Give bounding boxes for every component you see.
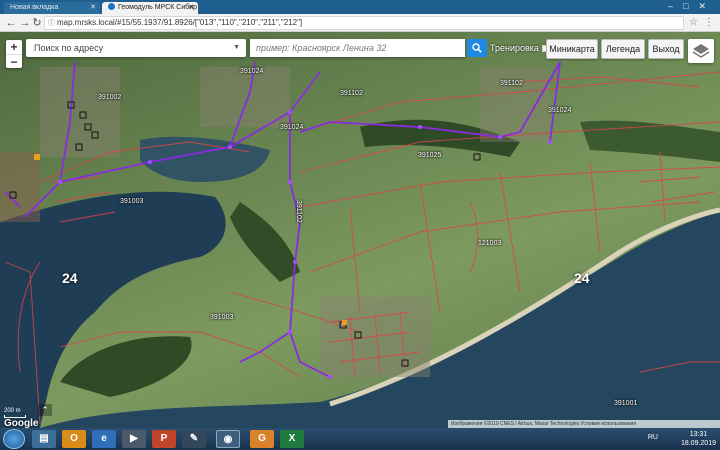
scale-bar: 200 m	[4, 408, 26, 418]
search-button[interactable]	[467, 39, 487, 57]
zoom-in-button[interactable]: +	[6, 40, 22, 54]
map-attribution[interactable]: Изображения ©2019 CNES / Airbus, Maxar T…	[448, 420, 720, 428]
parcel-label: 391102	[500, 80, 523, 87]
globe-icon	[108, 3, 115, 10]
tab-geomodul-label: Геомодуль МРСК Сибир	[118, 4, 198, 11]
sector-label: 24	[574, 270, 590, 286]
taskbar: ▤ O e ▶ P ✎ ◉ G X RU 13:31 18.09.2019	[0, 428, 720, 450]
search-icon	[472, 43, 482, 53]
parcel-label: 391001	[614, 400, 638, 407]
zoom-out-button[interactable]: −	[6, 54, 22, 69]
powerpoint-icon[interactable]: P	[152, 430, 176, 448]
window-controls[interactable]: –□✕	[668, 0, 716, 12]
reload-icon[interactable]: ↻	[30, 16, 44, 30]
chevron-down-icon[interactable]: ▼	[233, 39, 240, 57]
parcel-label: 391102	[295, 200, 302, 223]
info-icon: ⓘ	[48, 20, 55, 27]
parcel-label: 391024	[240, 68, 264, 75]
language-indicator[interactable]: RU	[648, 434, 658, 441]
start-button[interactable]	[3, 429, 25, 449]
menu-icon[interactable]: ⋮	[704, 16, 714, 30]
back-icon[interactable]: ←	[4, 16, 18, 30]
address-search-input[interactable]: Поиск по адресу ▼	[26, 39, 246, 57]
tab-new[interactable]: Новая вкладка ✕	[4, 2, 100, 14]
internet-explorer-icon[interactable]: e	[92, 430, 116, 448]
clock-date: 18.09.2019	[680, 440, 716, 447]
chevron-up-icon[interactable]: ⌃	[38, 404, 52, 416]
minimap-button[interactable]: Миникарта	[546, 39, 598, 59]
url-field[interactable]: ⓘ map.mrsks.local/#15/55.1937/91.8926/["…	[44, 16, 684, 30]
outlook-icon[interactable]: O	[62, 430, 86, 448]
example-hint-text: пример: Красноярск Ленина 32	[256, 43, 387, 53]
scale-text: 200 m	[4, 408, 21, 414]
parcel-label: 121003	[478, 240, 502, 247]
sector-label: 24	[62, 270, 78, 286]
close-icon[interactable]: ✕	[188, 2, 194, 14]
parcel-label: 391024	[280, 124, 304, 131]
google-logo: Google	[4, 418, 39, 428]
excel-icon[interactable]: X	[280, 430, 304, 448]
file-explorer-icon[interactable]: ▤	[32, 430, 56, 448]
parcel-label: 391003	[210, 314, 234, 321]
parcel-label: 391003	[120, 198, 144, 205]
layers-icon	[692, 44, 710, 58]
clock-time: 13:31	[689, 431, 708, 438]
app-orange-icon[interactable]: G	[250, 430, 274, 448]
layers-button[interactable]	[688, 39, 714, 63]
bookmark-star-icon[interactable]: ☆	[689, 16, 698, 30]
tab-new-label: Новая вкладка	[10, 4, 59, 11]
browser-tabstrip: Новая вкладка ✕ Геомодуль МРСК Сибир ✕ –…	[0, 0, 720, 14]
training-toggle[interactable]: Тренировка	[490, 41, 549, 55]
close-icon[interactable]: ✕	[90, 2, 96, 14]
parcel-label: 391024	[548, 107, 572, 114]
tab-geomodul[interactable]: Геомодуль МРСК Сибир ✕	[102, 2, 198, 14]
url-text: map.mrsks.local/#15/55.1937/91.8926/["01…	[57, 18, 303, 27]
exit-button[interactable]: Выход	[648, 39, 684, 59]
address-bar: ← → ↻ ⓘ map.mrsks.local/#15/55.1937/91.8…	[0, 14, 720, 32]
legend-button[interactable]: Легенда	[601, 39, 645, 59]
chrome-icon[interactable]: ◉	[216, 430, 240, 448]
example-hint[interactable]: пример: Красноярск Ленина 32	[250, 39, 465, 57]
parcel-label: 391002	[98, 94, 122, 101]
parcel-label: 391025	[418, 152, 442, 159]
training-label: Тренировка	[490, 43, 539, 53]
parcel-label: 391102	[340, 90, 363, 97]
media-player-icon[interactable]: ▶	[122, 430, 146, 448]
satellite-map[interactable]: + − Поиск по адресу ▼ пример: Красноярск…	[0, 32, 720, 428]
address-search-placeholder: Поиск по адресу	[34, 43, 104, 53]
app-icon[interactable]: ✎	[182, 430, 206, 448]
zoom-control: + −	[6, 40, 22, 69]
clock[interactable]: 13:31 18.09.2019	[681, 430, 716, 448]
